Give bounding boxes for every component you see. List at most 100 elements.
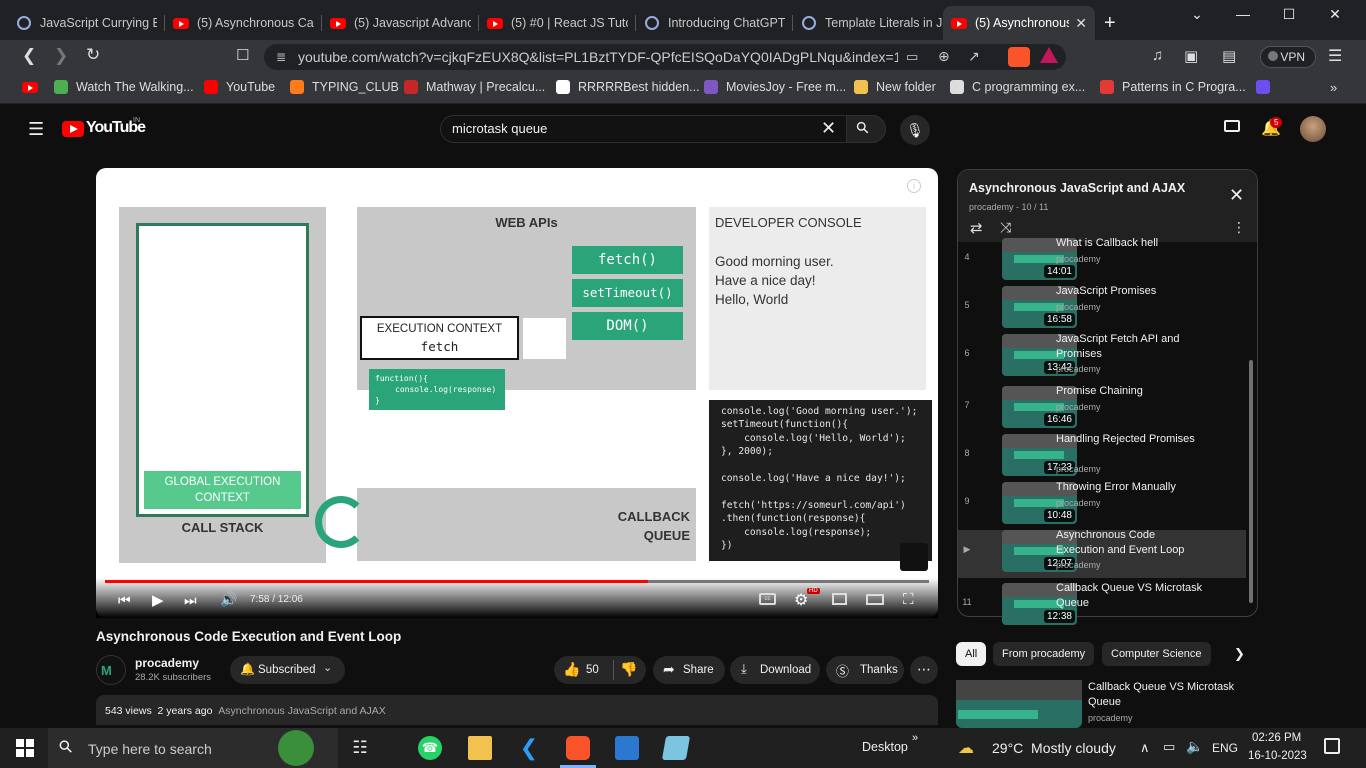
dislike-icon[interactable]: 👎 <box>620 661 637 678</box>
playlist-item-title[interactable]: JavaScript Fetch API and Promises <box>1056 332 1206 362</box>
tab-0[interactable]: JavaScript Currying Ex <box>8 6 165 40</box>
miniplayer-icon[interactable] <box>832 593 847 605</box>
bookmark-item[interactable]: TYPING_CLUB <box>290 80 399 94</box>
youtube-bookmark-icon[interactable] <box>22 82 38 93</box>
previous-icon[interactable]: ⏮ <box>118 592 131 609</box>
filter-chip[interactable]: From procademy <box>993 642 1095 666</box>
playlist-item[interactable]: 7 16:46 Promise Chaining procademy <box>958 384 1246 434</box>
bookmark-item[interactable]: Watch The Walking... <box>54 80 194 94</box>
bookmark-item[interactable]: YouTube <box>204 80 275 94</box>
toolbar-expand-icon[interactable]: » <box>912 732 918 744</box>
search-input[interactable]: microtask queue <box>452 121 547 136</box>
tab-6[interactable]: (5) Asynchronous ✕ <box>943 6 1095 40</box>
playlist-item-title[interactable]: JavaScript Promises <box>1056 284 1206 299</box>
captions-icon[interactable]: cc <box>759 593 776 605</box>
brave-taskbar-icon[interactable] <box>566 736 590 760</box>
wallet-icon[interactable]: ▤ <box>1222 47 1236 65</box>
playlist-item-title[interactable]: What is Callback hell <box>1056 236 1206 251</box>
sidebar-icon[interactable]: ▣ <box>1184 47 1198 65</box>
close-playlist-icon[interactable]: ✕ <box>1229 185 1244 206</box>
playlist-menu-icon[interactable]: ⋮ <box>1232 219 1246 236</box>
zoom-icon[interactable]: ⊕ <box>938 48 950 65</box>
speaker-icon[interactable]: 🔈 <box>1186 738 1203 755</box>
fullscreen-icon[interactable]: ⛶ <box>903 591 914 608</box>
playlist-item[interactable]: 6 13:42 JavaScript Fetch API and Promises p… <box>958 332 1246 382</box>
network-icon[interactable]: ▭ <box>1163 739 1175 755</box>
language-indicator[interactable]: ENG <box>1212 741 1238 755</box>
playlist-item[interactable]: 8 17:23 Handling Rejected Promises procadem… <box>958 432 1246 482</box>
close-window-button[interactable]: ✕ <box>1312 6 1358 23</box>
tab-3[interactable]: (5) #0 | React JS Tutori <box>479 6 636 40</box>
weather-icon[interactable]: ☁ <box>958 738 974 758</box>
tab-2[interactable]: (5) Javascript Advance <box>322 6 479 40</box>
url-text[interactable]: youtube.com/watch?v=cjkqFzEUX8Q&list=PL1… <box>298 49 898 65</box>
playlist-scrollbar[interactable] <box>1249 360 1253 603</box>
bookmark-item[interactable]: RRRRRBest hidden... <box>556 80 700 94</box>
bookmark-item[interactable]: New folder <box>854 80 936 94</box>
music-icon[interactable]: ♫ <box>1152 47 1163 64</box>
task-view-icon[interactable]: ☷ <box>348 736 372 760</box>
maximize-button[interactable]: ☐ <box>1266 6 1312 23</box>
chevron-down-icon[interactable]: ⌄ <box>1174 6 1220 23</box>
theater-mode-icon[interactable] <box>866 594 884 605</box>
site-info-icon[interactable]: ≣ <box>276 50 286 64</box>
playlist-item[interactable]: 11 12:38 Callback Queue VS Microtask Queue <box>958 581 1246 631</box>
playlist-item-title[interactable]: Throwing Error Manually <box>1056 480 1206 495</box>
playlist-item-title[interactable]: Asynchronous Code Execution and Event Lo… <box>1056 528 1206 558</box>
share-page-icon[interactable]: ↗ <box>968 48 980 65</box>
playlist-title[interactable]: Asynchronous JavaScript and AJAX <box>969 181 1185 195</box>
settings-gear-icon[interactable]: ⚙ <box>794 590 808 610</box>
playlist-item-title[interactable]: Promise Chaining <box>1056 384 1206 399</box>
weather-text[interactable]: 29°C Mostly cloudy <box>992 740 1116 756</box>
playlist-item[interactable]: 4 14:01 What is Callback hell procademy <box>958 236 1246 286</box>
extension-bookmark-icon[interactable] <box>1256 80 1270 94</box>
shuffle-icon[interactable]: ⤨ <box>1000 219 1011 236</box>
windows-start-icon[interactable] <box>16 739 34 757</box>
menu-icon[interactable]: ☰ <box>1328 46 1342 66</box>
bookmark-item[interactable]: MoviesJoy - Free m... <box>704 80 846 94</box>
back-icon[interactable]: ❮ <box>22 46 36 66</box>
playlist-item-title[interactable]: Handling Rejected Promises <box>1056 432 1206 447</box>
bookmark-item[interactable]: C programming ex... <box>950 80 1085 94</box>
forward-icon[interactable]: ❯ <box>54 46 68 66</box>
tab-4[interactable]: Introducing ChatGPT <box>636 6 793 40</box>
bookmark-item[interactable]: Patterns in C Progra... <box>1100 80 1246 94</box>
filter-chip[interactable]: All <box>956 642 987 666</box>
more-bookmarks-icon[interactable]: » <box>1330 80 1337 95</box>
filter-chip[interactable]: Computer Science <box>1102 642 1211 666</box>
notepad-icon[interactable] <box>661 736 691 760</box>
minimize-button[interactable]: — <box>1220 6 1266 22</box>
info-icon[interactable]: i <box>907 179 921 193</box>
file-explorer-icon[interactable] <box>468 736 492 760</box>
tab-5[interactable]: Template Literals in Ja <box>793 6 950 40</box>
clock-date[interactable]: 16-10-2023 <box>1248 750 1307 762</box>
close-tab-icon[interactable]: ✕ <box>1075 15 1087 32</box>
whatsapp-icon[interactable]: ☎ <box>418 736 442 760</box>
bookmark-icon[interactable]: ☐ <box>236 46 249 64</box>
channel-name[interactable]: procademy <box>135 656 199 670</box>
photos-icon[interactable] <box>615 736 639 760</box>
vscode-icon[interactable]: ❮ <box>517 735 541 760</box>
loop-icon[interactable]: ⇄ <box>970 219 983 237</box>
clock-time[interactable]: 02:26 PM <box>1252 732 1301 744</box>
reload-icon[interactable]: ↻ <box>86 45 100 65</box>
tab-1[interactable]: (5) Asynchronous Call <box>165 6 322 40</box>
playlist-item[interactable]: ▶ 12:07 Asynchronous Code Execution and Ev… <box>958 528 1246 578</box>
bookmark-item[interactable]: Mathway | Precalcu... <box>404 80 545 94</box>
desktop-toolbar-label[interactable]: Desktop <box>862 740 908 754</box>
playlist-item-title[interactable]: Callback Queue VS Microtask Queue <box>1056 581 1206 611</box>
new-tab-button[interactable]: + <box>1104 12 1116 35</box>
playlist-item[interactable]: 5 16:58 JavaScript Promises procademy <box>958 284 1246 334</box>
microphone-icon[interactable]: 🎙 <box>900 115 930 145</box>
playlist-item[interactable]: 9 10:48 Throwing Error Manually procademy <box>958 480 1246 530</box>
taskbar-search-placeholder[interactable]: Type here to search <box>88 741 212 757</box>
brave-shield-icon[interactable] <box>1008 47 1030 67</box>
create-video-icon[interactable] <box>1224 120 1240 132</box>
notification-center-icon[interactable] <box>1324 738 1340 754</box>
next-icon[interactable]: ⏭ <box>184 592 197 609</box>
hamburger-menu-icon[interactable]: ☰ <box>28 119 44 140</box>
clear-search-icon[interactable]: ✕ <box>821 118 836 139</box>
play-icon[interactable]: ▶ <box>152 591 164 609</box>
volume-icon[interactable]: 🔊 <box>220 591 237 608</box>
more-actions-icon[interactable]: ⋯ <box>910 656 938 684</box>
